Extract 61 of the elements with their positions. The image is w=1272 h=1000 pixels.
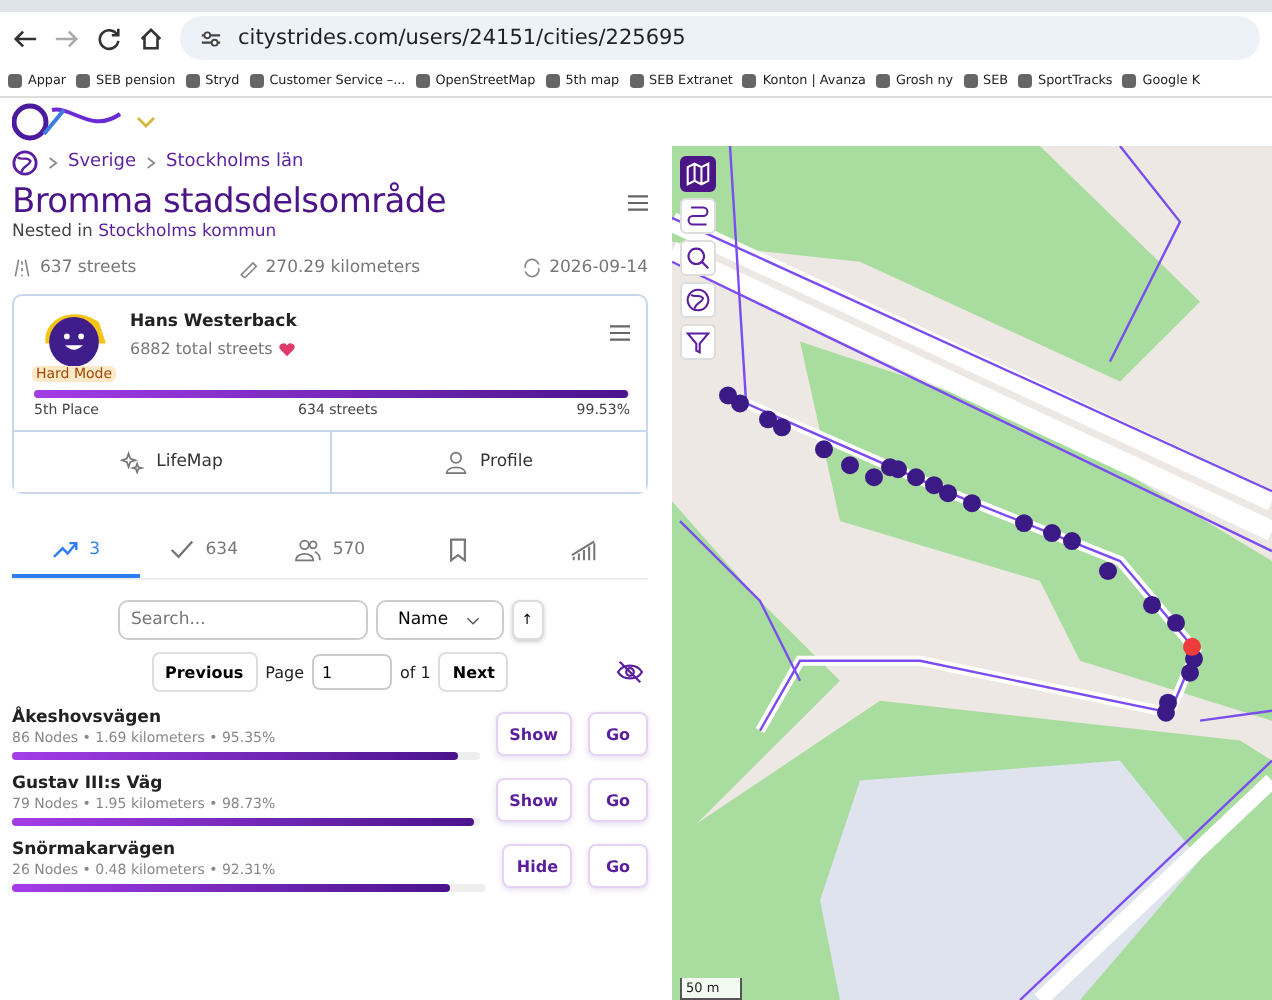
home-icon[interactable]: [138, 25, 164, 51]
breadcrumb-link[interactable]: Stockholms län: [166, 152, 304, 172]
page-label: Page: [265, 663, 305, 681]
chevron-right-icon: [146, 155, 157, 169]
list-tab[interactable]: 634: [139, 526, 267, 578]
map-tool-button[interactable]: [680, 156, 716, 192]
list-tab[interactable]: 570: [266, 526, 394, 578]
hide-eye-icon[interactable]: [616, 660, 644, 684]
back-icon[interactable]: [12, 25, 38, 51]
city-title: Bromma stadsdelsområde: [12, 182, 447, 222]
address-bar[interactable]: citystrides.com/users/24151/cities/225695: [180, 16, 1260, 60]
toggle-button[interactable]: Show: [495, 778, 572, 822]
site-settings-icon[interactable]: [200, 27, 222, 49]
toggle-button[interactable]: Show: [495, 712, 572, 756]
profile-button[interactable]: Profile: [329, 432, 646, 492]
url-text: citystrides.com/users/24151/cities/225695: [238, 26, 686, 50]
street-name: Snörmakarvägen: [12, 840, 178, 860]
person-icon: [444, 450, 469, 474]
sparkles-icon: [120, 450, 145, 474]
nested-text: Nested in Stockholms kommun: [12, 222, 279, 242]
go-button[interactable]: Go: [588, 778, 648, 822]
sync-icon: [521, 258, 542, 278]
street-count: 637 streets: [40, 258, 137, 278]
sort-dropdown[interactable]: Name: [375, 600, 503, 640]
list-tab[interactable]: 3: [12, 526, 140, 578]
hearts-icon: [278, 341, 297, 357]
menu-icon[interactable]: [610, 324, 630, 342]
route-icon: [686, 204, 710, 228]
globe-icon[interactable]: [12, 149, 38, 175]
city-link[interactable]: Stockholms kommun: [98, 222, 277, 242]
street-name: Åkeshovsvägen: [12, 708, 163, 728]
chart-icon: [570, 538, 599, 562]
page-count: of 1: [400, 663, 431, 681]
globe-icon: [686, 288, 710, 312]
distance-text: 270.29 kilometers: [265, 258, 421, 278]
reload-icon[interactable]: [96, 25, 122, 51]
search-icon: [686, 246, 710, 270]
total-streets: 6882 total streets: [130, 340, 273, 358]
breadcrumb-link[interactable]: Sverige: [68, 152, 137, 172]
previous-button[interactable]: Previous: [151, 652, 258, 692]
trend-icon: [51, 538, 80, 562]
street-name: Gustav III:s Väg: [12, 774, 165, 794]
people-icon: [294, 538, 323, 562]
go-button[interactable]: Go: [588, 844, 648, 888]
search-field[interactable]: Search...: [117, 600, 367, 640]
chevron-right-icon: [48, 155, 58, 169]
next-button[interactable]: Next: [438, 652, 509, 692]
updated-date: 2026-09-14: [549, 258, 648, 278]
toggle-button[interactable]: Hide: [502, 844, 572, 888]
road-icon: [12, 258, 32, 278]
page-field[interactable]: 1: [312, 654, 393, 690]
check-icon: [167, 538, 196, 562]
map-icon: [686, 162, 710, 186]
user-name[interactable]: Hans Westerback: [130, 312, 594, 332]
filter-icon: [686, 330, 710, 354]
map-drawing[interactable]: [672, 146, 1272, 1000]
logo-drawing[interactable]: [12, 102, 124, 142]
caret-icon: [466, 615, 480, 625]
ruler-icon: [237, 258, 258, 278]
menu-icon[interactable]: [628, 193, 648, 211]
go-button[interactable]: Go: [588, 712, 648, 756]
